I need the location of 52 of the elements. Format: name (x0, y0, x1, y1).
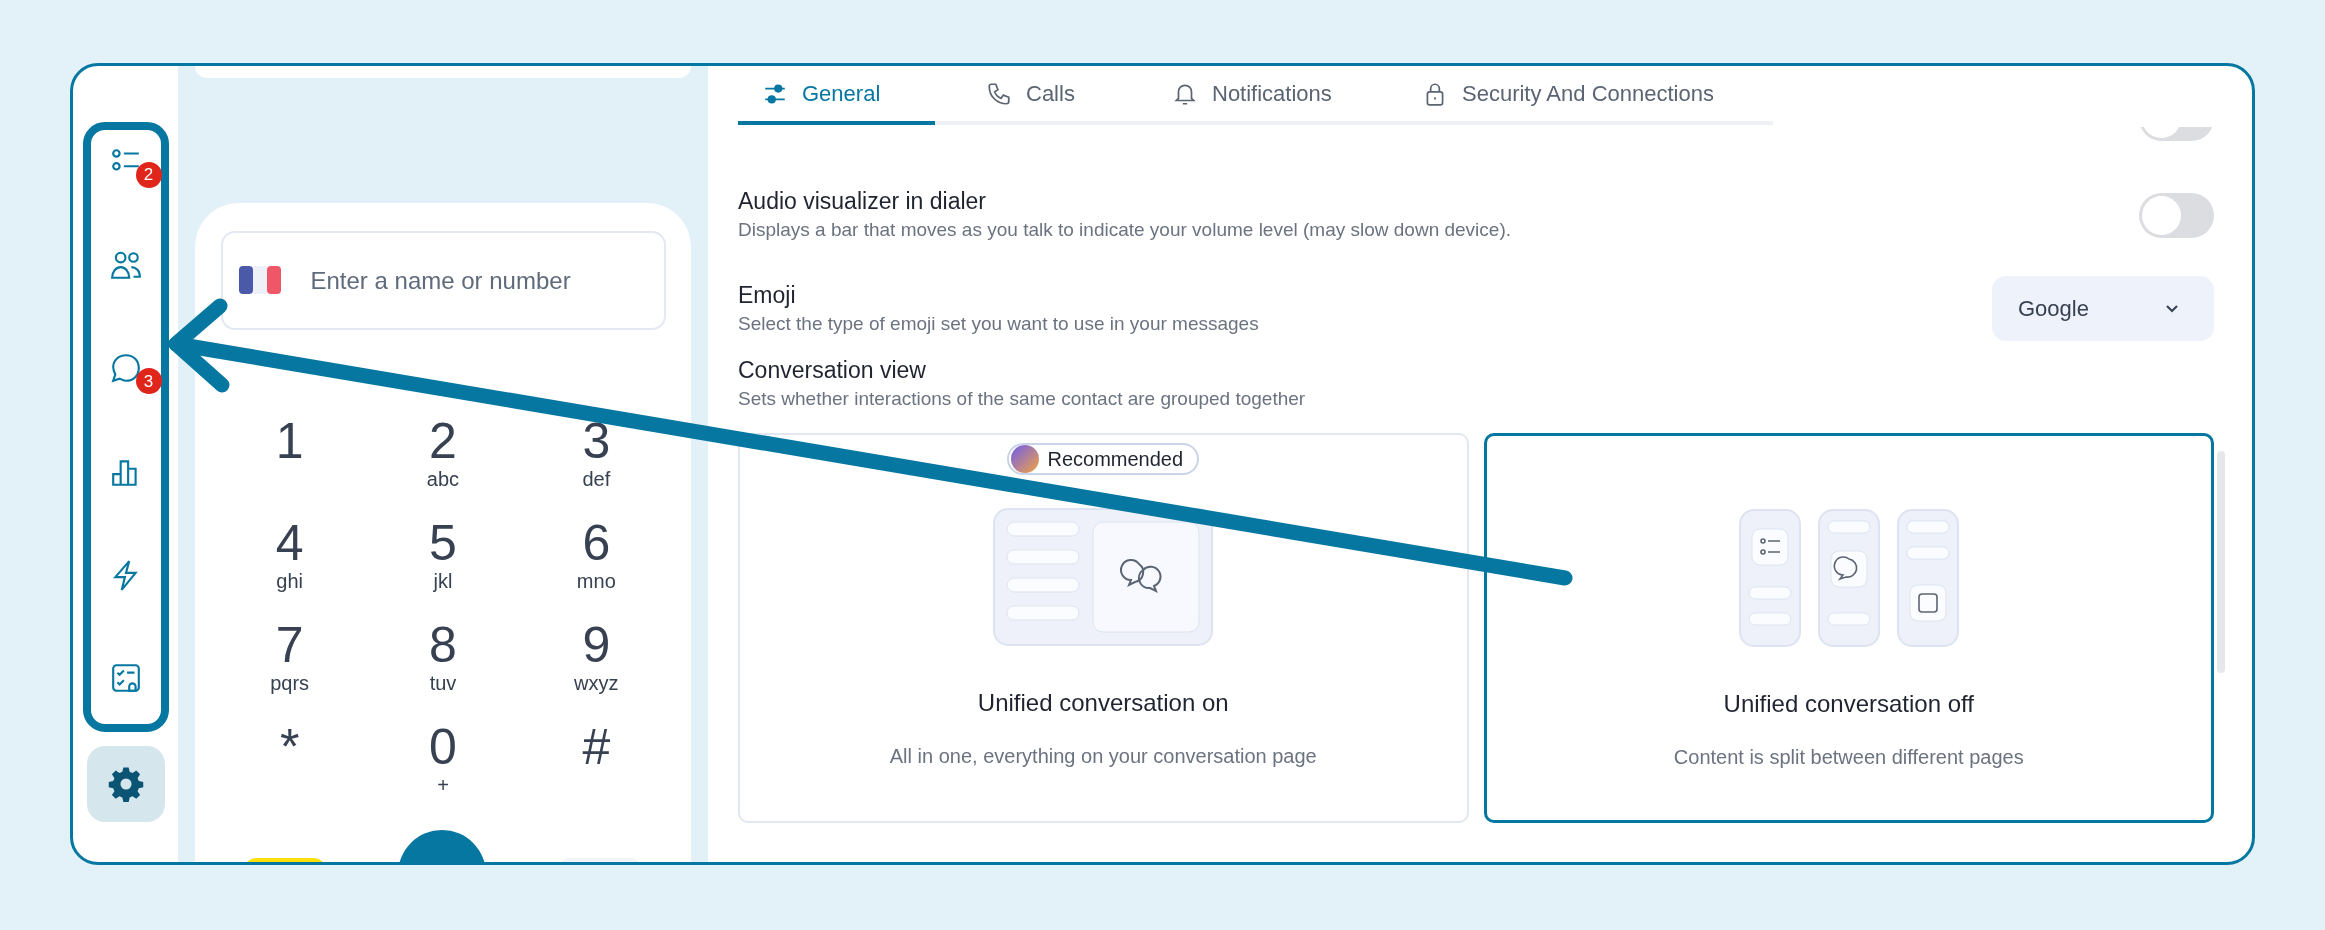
settings-icon (106, 765, 145, 803)
key-letters: def (582, 468, 611, 490)
option-description: Content is split between different pages (1673, 745, 2024, 770)
key-letters: tuv (429, 672, 457, 694)
toggle-switch[interactable] (2139, 192, 2214, 238)
key-letters: mno (576, 570, 616, 592)
checklist-icon[interactable] (109, 661, 142, 694)
option-title: Unified conversation on (977, 688, 1229, 718)
option-description: All in one, everything on your conversation page (889, 744, 1317, 769)
key-digit[interactable]: 1 (275, 414, 304, 468)
key-digit[interactable]: 7 (275, 618, 304, 672)
tab[interactable]: Calls (962, 66, 1148, 125)
key-letters: wxyz (574, 672, 619, 694)
key-digit[interactable]: 8 (429, 618, 457, 672)
notification-badge: 2 (135, 162, 162, 188)
chevron-down-icon (2164, 303, 2180, 314)
settings-button[interactable] (86, 746, 165, 822)
option-title: Unified conversation off (1723, 689, 1974, 719)
setting-description: Sets whether interactions of the same contact are grouped together (738, 387, 1306, 411)
chat-bubble-icon[interactable] (109, 352, 142, 385)
option-card[interactable]: Recommended Unified conversation on All in one, everything on your conversation page (738, 433, 1469, 823)
key-letters: jkl (433, 570, 453, 592)
setting-description: Displays a bar that moves as you talk to indicate your volume level (may slow down device). (738, 218, 1511, 242)
tab[interactable]: Notifications (1148, 66, 1398, 125)
key-digit[interactable]: 9 (582, 618, 611, 672)
key-digit[interactable]: 3 (582, 414, 611, 468)
setting-description: Select the type of emoji set you want to use in your messages (738, 311, 1259, 336)
phone-icon (986, 80, 1012, 107)
key-letters: pqrs (270, 672, 310, 694)
key-digit[interactable]: * (279, 720, 300, 774)
option-card[interactable]: Unified conversation off Content is split between different pages (1483, 433, 2214, 823)
key-letters: + (437, 774, 449, 796)
tab[interactable]: Security And Connections (1398, 66, 1773, 125)
people-icon[interactable] (109, 249, 142, 282)
key-letters: abc (426, 468, 460, 490)
key-digit[interactable]: 5 (429, 516, 457, 570)
key-digit[interactable]: 0 (429, 720, 457, 774)
setting-title: Conversation view (738, 356, 927, 385)
recommended-badge: Recommended (1007, 443, 1200, 475)
setting-title: Audio visualizer in dialer (738, 187, 987, 216)
search-field[interactable]: Enter a name or number (220, 231, 666, 330)
key-digit[interactable]: # (582, 720, 611, 774)
emoji-dropdown[interactable]: Google (1992, 276, 2214, 341)
tab[interactable]: General (738, 66, 935, 125)
scrollbar[interactable] (2217, 451, 2225, 673)
setting-title: Emoji (738, 280, 797, 310)
key-digit[interactable]: 6 (582, 516, 611, 570)
key-digit[interactable]: 4 (275, 516, 304, 570)
notification-badge: 3 (135, 368, 162, 395)
key-letters: ghi (276, 570, 303, 592)
flag-icon (238, 266, 281, 294)
key-digit[interactable]: 2 (429, 414, 457, 468)
